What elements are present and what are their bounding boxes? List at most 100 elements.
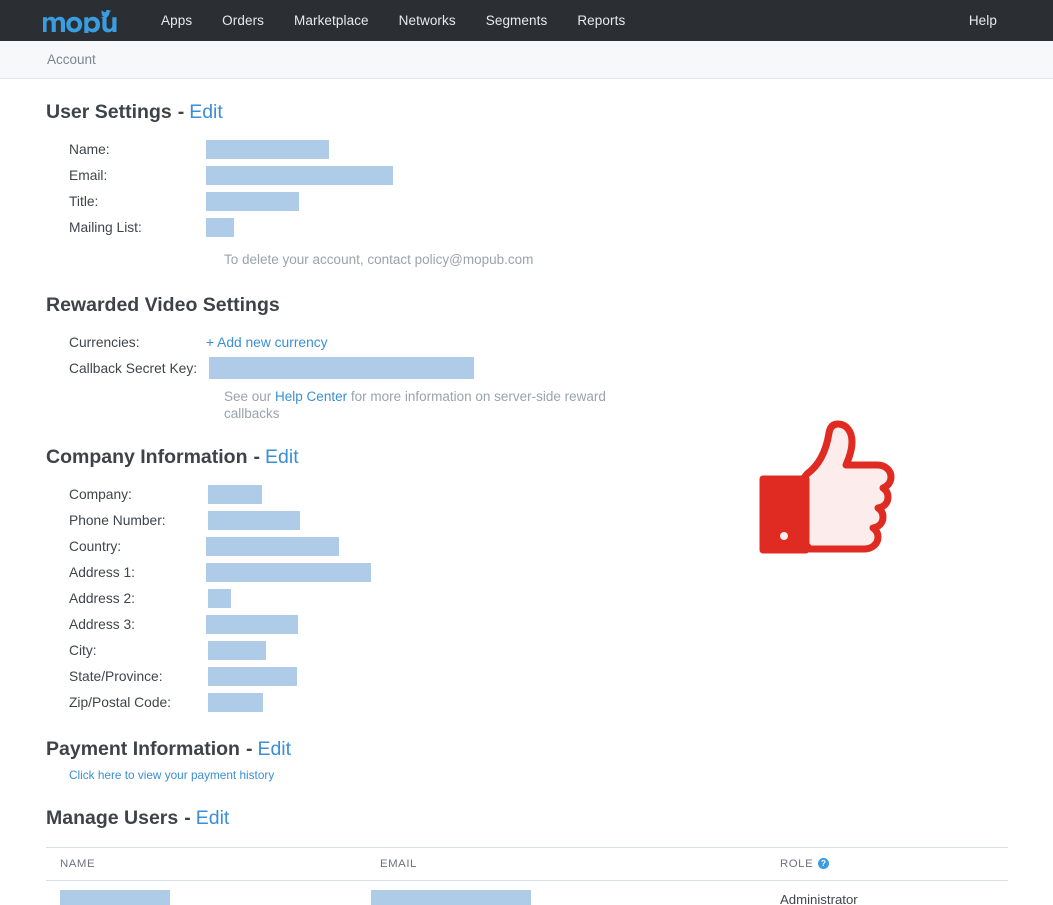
breadcrumb: Account	[47, 52, 96, 67]
payment-information-section: Payment Information - Edit Click here to…	[46, 716, 1053, 785]
redacted-value-bar	[209, 357, 474, 379]
top-navigation-bar: Apps Orders Marketplace Networks Segment…	[0, 0, 1053, 41]
field-label-state-province: State/Province:	[69, 669, 163, 684]
field-value-mailing-list	[201, 215, 234, 241]
cell-user-name	[46, 880, 366, 905]
field-value-email	[201, 163, 393, 189]
breadcrumb-bar: Account	[0, 41, 1053, 79]
field-label-phone-number: Phone Number:	[69, 513, 166, 528]
redacted-value-bar	[208, 693, 263, 712]
rewarded-video-title: Rewarded Video Settings	[46, 293, 280, 316]
redacted-value-bar	[206, 140, 329, 159]
field-label-email: Email:	[69, 168, 108, 183]
field-row-mailing-list: Mailing List:	[46, 215, 1053, 241]
manage-users-title: Manage Users	[46, 807, 179, 829]
nav-item-apps[interactable]: Apps	[146, 0, 207, 41]
field-label-name: Name:	[69, 142, 110, 157]
field-value-phone-number	[201, 508, 300, 534]
callback-help-prefix: See our	[224, 389, 276, 404]
field-label-company: Company:	[69, 487, 132, 502]
delete-account-note-text: To delete your account, contact policy@m…	[224, 251, 534, 267]
rewarded-video-heading: Rewarded Video Settings	[46, 293, 1053, 316]
column-header-email[interactable]: EMAIL	[366, 846, 766, 881]
field-label-address-1: Address 1:	[69, 565, 135, 580]
field-label-city: City:	[69, 643, 97, 658]
payment-information-heading: Payment Information - Edit	[46, 737, 1053, 760]
redacted-value-bar	[60, 889, 170, 905]
table-header-row: NAME EMAIL ROLE ?	[46, 846, 1008, 881]
field-label-currencies: Currencies:	[69, 334, 140, 350]
field-label-address-3: Address 3:	[69, 617, 135, 632]
field-value-city	[201, 638, 266, 664]
user-settings-fields: Name: Email: Title: Mailing List:	[46, 137, 1053, 241]
field-value-callback-secret-key	[201, 355, 474, 381]
redacted-value-bar	[208, 667, 297, 686]
field-row-state-province: State/Province:	[46, 664, 1053, 690]
rewarded-video-section: Rewarded Video Settings Currencies: + Ad…	[46, 268, 1053, 423]
edit-payment-information-link[interactable]: Edit	[257, 739, 291, 760]
field-value-name	[201, 137, 329, 163]
column-header-role-label: ROLE	[780, 857, 814, 870]
field-row-callback-secret-key: Callback Secret Key:	[46, 355, 1053, 381]
field-row-address-2: Address 2:	[46, 586, 1053, 612]
nav-item-reports[interactable]: Reports	[562, 0, 640, 41]
field-row-email: Email:	[46, 163, 1053, 189]
help-center-link[interactable]: Help Center	[275, 389, 347, 404]
manage-users-heading: Manage Users - Edit	[46, 807, 1053, 829]
info-icon[interactable]: ?	[818, 857, 830, 869]
mopub-logo[interactable]	[42, 7, 120, 33]
edit-manage-users-link[interactable]: Edit	[196, 808, 230, 829]
redacted-value-bar	[208, 641, 266, 660]
column-header-role[interactable]: ROLE ?	[766, 846, 1008, 881]
heading-dash: -	[253, 446, 261, 468]
redacted-value-bar	[206, 218, 234, 237]
table-row[interactable]: Administrator	[46, 880, 1008, 905]
heading-dash: -	[177, 101, 185, 123]
column-header-name[interactable]: NAME	[46, 846, 366, 881]
field-label-country: Country:	[69, 539, 122, 554]
field-label-callback-secret-key: Callback Secret Key:	[69, 360, 198, 376]
edit-company-information-link[interactable]: Edit	[265, 447, 299, 468]
field-row-address-3: Address 3:	[46, 612, 1053, 638]
nav-item-marketplace[interactable]: Marketplace	[279, 0, 384, 41]
field-label-zip-postal-code: Zip/Postal Code:	[69, 695, 171, 710]
redacted-value-bar	[206, 563, 371, 582]
field-row-title: Title:	[46, 189, 1053, 215]
redacted-value-bar	[208, 485, 262, 504]
payment-history-link[interactable]: Click here to view your payment history	[69, 768, 274, 782]
field-value-title	[201, 189, 299, 215]
user-settings-heading: User Settings - Edit	[46, 101, 1053, 123]
field-value-address-3	[201, 612, 298, 638]
field-label-address-2: Address 2:	[69, 591, 135, 606]
role-header-wrap: ROLE ?	[780, 857, 830, 870]
users-table: NAME EMAIL ROLE ? Administrator	[46, 846, 1008, 905]
redacted-value-bar	[208, 511, 300, 530]
delete-account-note: To delete your account, contact policy@m…	[224, 251, 1053, 268]
field-label-title: Title:	[69, 194, 99, 209]
field-value-zip-postal-code	[201, 690, 263, 716]
field-row-currencies: Currencies: + Add new currency	[46, 329, 1053, 355]
redacted-value-bar	[206, 537, 339, 556]
account-page: Apps Orders Marketplace Networks Segment…	[0, 0, 1053, 905]
nav-item-segments[interactable]: Segments	[471, 0, 563, 41]
redacted-value-bar	[206, 615, 298, 634]
field-value-address-1	[201, 560, 371, 586]
nav-item-help[interactable]: Help	[954, 0, 1035, 41]
cell-user-role: Administrator	[766, 880, 1008, 905]
redacted-value-bar	[206, 192, 299, 211]
user-settings-section: User Settings - Edit Name: Email: Title:…	[46, 79, 1053, 268]
field-row-name: Name:	[46, 137, 1053, 163]
account-content: User Settings - Edit Name: Email: Title:…	[0, 79, 1053, 905]
field-value-address-2	[201, 586, 231, 612]
nav-item-networks[interactable]: Networks	[384, 0, 471, 41]
add-new-currency-link[interactable]: + Add new currency	[206, 335, 328, 350]
field-row-city: City:	[46, 638, 1053, 664]
field-value-state-province	[201, 664, 297, 690]
nav-item-orders[interactable]: Orders	[207, 0, 279, 41]
field-value-country	[201, 534, 339, 560]
redacted-value-bar	[206, 166, 393, 185]
payment-information-title: Payment Information	[46, 737, 240, 760]
redacted-value-bar	[208, 589, 231, 608]
edit-user-settings-link[interactable]: Edit	[189, 102, 223, 123]
rewarded-video-fields: Currencies: + Add new currency Callback …	[46, 329, 1053, 381]
